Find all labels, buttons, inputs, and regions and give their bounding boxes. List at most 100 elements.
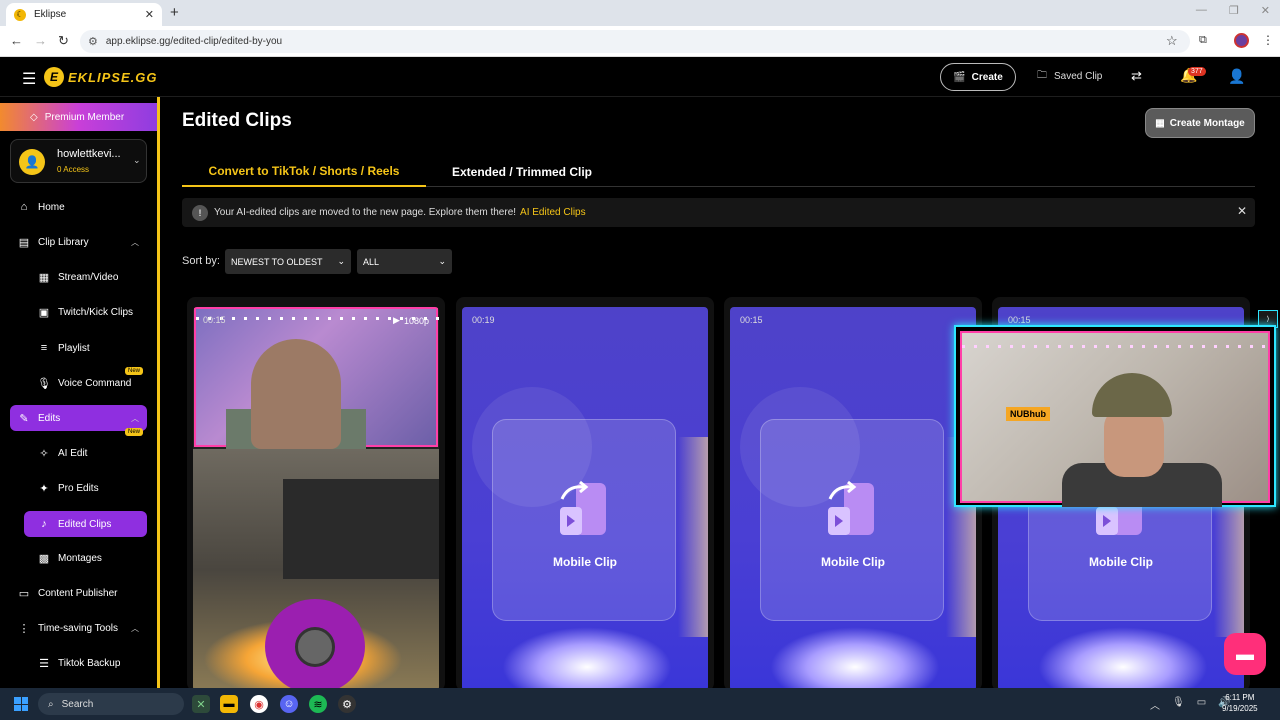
close-window-icon[interactable]: ✕ [1261,4,1270,17]
sort-label: Sort by: [182,255,220,267]
filter-select[interactable]: ALL ⌄ [357,249,452,274]
sidebar-item-twitch-kick-clips[interactable]: ▣ Twitch/Kick Clips [24,299,147,325]
system-tray: ︿ 🎙 ▭ 🔊 [1150,697,1231,712]
backup-icon: ☰ [39,657,49,670]
file-explorer-icon[interactable]: ▬ [220,695,238,713]
saved-clip-button[interactable]: 🗀 Saved Clip [1037,68,1102,85]
sidebar-item-playlist[interactable]: ≡ Playlist [24,335,147,361]
tiktok-icon: ♪ [41,518,47,530]
eklipse-logo[interactable]: E EKLIPSE.GG [44,67,157,87]
page-title: Edited Clips [182,110,292,131]
notification-badge: 377 [1188,67,1206,76]
extensions-icon[interactable]: ⧉ [1199,34,1207,47]
sidebar-item-stream-video[interactable]: ▦ Stream/Video [24,264,147,290]
calendar-icon: ▭ [18,587,30,600]
montage-icon: ▩ [38,552,50,565]
clip-card[interactable]: Mobile Clip 00:15 [724,297,982,691]
clip-thumbnail[interactable]: 00:15 ▶ 1080p [193,307,439,691]
new-tab-button[interactable]: + [170,4,179,21]
sidebar-item-label: Pro Edits [58,482,99,494]
create-button[interactable]: 🎬 Create [940,63,1016,91]
sidebar-item-time-saving-tools[interactable]: ⋮ Time-saving Tools ︿ [10,615,147,641]
tab-convert-to-tiktok[interactable]: Convert to TikTok / Shorts / Reels [182,156,426,187]
new-badge: New [124,428,143,436]
create-montage-button[interactable]: ▦ Create Montage [1145,108,1255,138]
sidebar-item-tiktok-backup[interactable]: ☰ Tiktok Backup [24,650,147,676]
window-controls: — ❐ ✕ [1196,4,1270,17]
close-icon[interactable]: ✕ [1237,204,1247,218]
chevron-up-icon[interactable]: ︿ [1150,697,1160,712]
sidebar-item-label: AI Edit [58,447,88,459]
browser-tab-bar: ☾ Eklipse ✕ + — ❐ ✕ [0,0,1280,26]
sidebar-item-home[interactable]: ⌂ Home [10,194,147,220]
site-info-icon[interactable]: ⚙ [88,35,98,48]
notice-text: Your AI-edited clips are moved to the ne… [214,207,517,218]
switch-icon[interactable]: ⇄ [1131,68,1142,84]
clip-thumbnail[interactable]: Mobile Clip 00:19 [462,307,708,691]
forward-icon[interactable]: → [34,33,47,48]
mobile-clip-label: Mobile Clip [821,555,885,569]
clip-card[interactable]: 00:15 ▶ 1080p [187,297,445,691]
xbox-app-icon[interactable]: ✕ [192,695,210,713]
app-icon[interactable]: ⚙ [338,695,356,713]
floating-webcam-preview[interactable]: NUBhub [954,325,1276,507]
discord-icon[interactable]: ☺ [280,695,298,713]
twitch-icon: ▣ [38,306,50,319]
sidebar-item-label: Stream/Video [58,271,119,283]
sidebar-item-label: Tiktok Backup [58,657,121,669]
hamburger-menu-icon[interactable]: ☰ [22,69,36,89]
sidebar-item-content-publisher[interactable]: ▭ Content Publisher [10,580,147,606]
clip-card[interactable]: Mobile Clip 00:19 [456,297,714,691]
sidebar-item-label: Clip Library [38,236,89,248]
maximize-icon[interactable]: ❐ [1229,4,1239,17]
browser-profile-avatar[interactable] [1234,33,1249,48]
tab-close-icon[interactable]: ✕ [145,8,154,21]
sort-order-select[interactable]: NEWEST TO OLDEST ⌄ [225,249,351,274]
resolution-badge: ▶ 1080p [393,315,429,326]
account-name: howlettkevi... [57,148,121,160]
sidebar-item-voice-command[interactable]: 🎙 Voice Command New [24,367,147,396]
thumbnail-orb [502,627,672,691]
windows-start-icon[interactable] [14,697,28,711]
sidebar-item-ai-edit[interactable]: ✧ AI Edit New [24,428,147,466]
montage-icon: ▦ [1155,117,1165,129]
account-switcher[interactable]: 👤 howlettkevi... 0 Access ⌄ [10,139,147,183]
premium-member-banner[interactable]: ◇ Premium Member [0,103,157,131]
bookmark-star-icon[interactable]: ☆ [1166,33,1178,49]
reload-icon[interactable]: ↻ [58,33,69,49]
resolution-text: 1080p [403,315,429,326]
browser-tab-title: Eklipse [34,9,67,20]
clip-thumbnail[interactable]: Mobile Clip 00:15 [730,307,976,691]
display-icon[interactable]: ▭ [1197,697,1206,712]
tab-extended-trimmed[interactable]: Extended / Trimmed Clip [426,156,618,187]
sidebar-item-edited-clips[interactable]: ♪ Edited Clips [24,511,147,537]
home-icon: ⌂ [20,201,28,213]
sidebar-item-pro-edits[interactable]: ✦ Pro Edits [24,475,147,501]
chevron-down-icon[interactable]: ⌄ [133,155,141,166]
minimize-icon[interactable]: — [1196,4,1207,17]
sidebar-item-montages[interactable]: ▩ Montages [24,545,147,571]
sparkle-icon: ✦ [39,482,49,495]
thumbnail-gold-edge [678,437,708,637]
create-label: Create [971,71,1003,83]
new-badge: New [124,367,143,375]
chrome-icon[interactable]: ◉ [250,695,268,713]
create-montage-label: Create Montage [1169,117,1245,129]
ai-edited-clips-link[interactable]: AI Edited Clips [520,207,586,218]
microphone-icon[interactable]: 🎙 [1172,697,1185,712]
taskbar-search[interactable]: ⌕ Search [38,693,184,715]
spotify-icon[interactable]: ≋ [309,695,327,713]
chat-support-button[interactable]: ▬ [1224,633,1266,675]
user-icon[interactable]: 👤 [1228,68,1245,85]
url-field[interactable]: ⚙ app.eklipse.gg/edited-clip/edited-by-y… [80,30,1190,53]
string-lights [962,345,1268,348]
webcam-thumbnail [194,307,439,449]
back-icon[interactable]: ← [10,33,23,48]
filter-value: ALL [363,256,380,267]
browser-tab[interactable]: ☾ Eklipse ✕ [6,3,162,26]
sidebar-item-label: Twitch/Kick Clips [58,306,134,318]
sidebar-item-clip-library[interactable]: ▤ Clip Library ︿ [10,229,147,255]
logo-mark-icon: E [44,67,64,87]
taskbar-clock[interactable]: 6:11 PM 9/19/2025 [1222,692,1258,714]
browser-menu-icon[interactable]: ⋮ [1262,33,1274,47]
